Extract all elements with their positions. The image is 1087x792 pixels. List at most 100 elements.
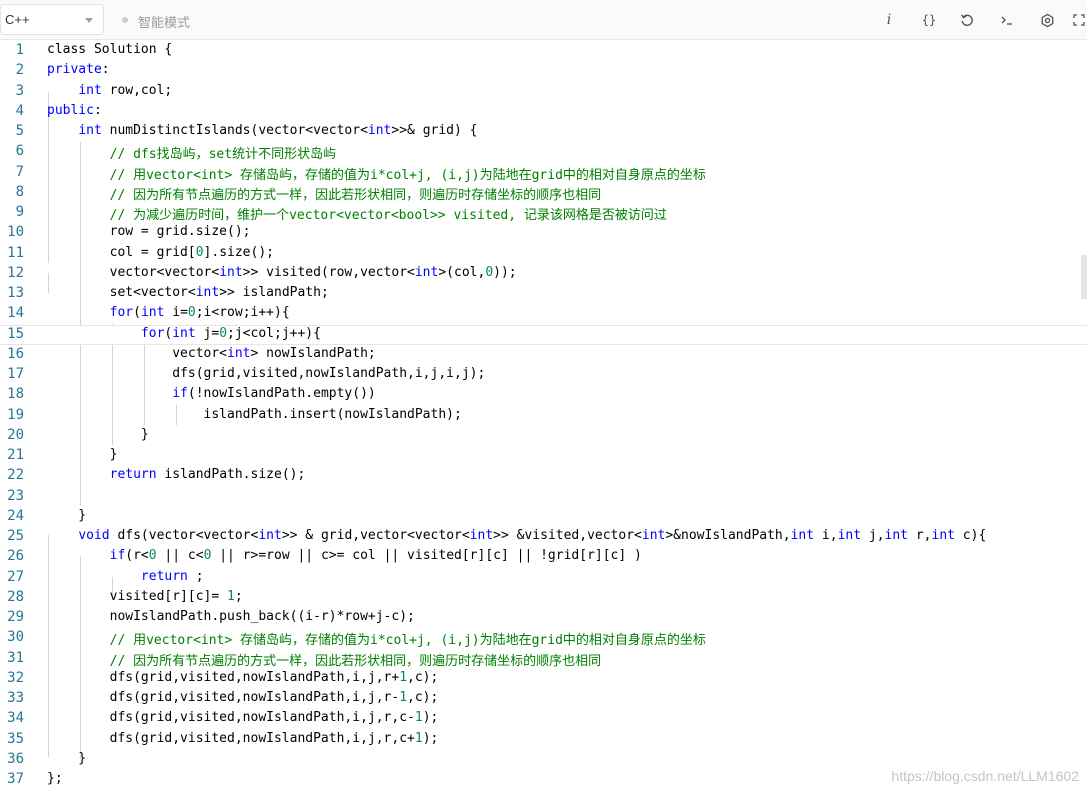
code-text[interactable]: for(int j=0;j<col;j++){ <box>47 326 321 341</box>
code-text[interactable]: int row,col; <box>47 83 172 98</box>
code-line[interactable]: 11 col = grid[0].size(); <box>0 244 1087 264</box>
code-text[interactable]: vector<int> nowIslandPath; <box>47 346 376 361</box>
code-text[interactable]: dfs(grid,visited,nowIslandPath,i,j,r+1,c… <box>47 670 439 685</box>
code-text[interactable]: return islandPath.size(); <box>47 467 306 482</box>
code-line[interactable]: 18 if(!nowIslandPath.empty()) <box>0 385 1087 405</box>
code-token: r, <box>908 528 932 543</box>
code-text[interactable]: } <box>47 447 118 462</box>
code-text[interactable]: dfs(grid,visited,nowIslandPath,i,j,r-1,c… <box>47 690 439 705</box>
code-line[interactable]: 9 // 为减少遍历时间，维护一个vector<vector<bool>> vi… <box>0 203 1087 223</box>
code-text[interactable]: } <box>47 427 149 442</box>
code-line[interactable]: 17 dfs(grid,visited,nowIslandPath,i,j,i,… <box>0 365 1087 385</box>
code-text[interactable]: nowIslandPath.push_back((i-r)*row+j-c); <box>47 609 415 624</box>
code-text[interactable]: } <box>47 508 86 523</box>
terminal-icon <box>1001 16 1012 25</box>
code-text[interactable]: islandPath.insert(nowIslandPath); <box>47 407 462 422</box>
code-line[interactable]: 22 return islandPath.size(); <box>0 466 1087 486</box>
format-code-button[interactable]: {} <box>918 9 940 31</box>
code-text[interactable]: void dfs(vector<vector<int>> & grid,vect… <box>47 528 986 543</box>
code-line[interactable]: 3 int row,col; <box>0 82 1087 102</box>
code-token: || r>=row || c>= col || visited[r][c] ||… <box>211 548 642 564</box>
code-text[interactable]: // 用vector<int> 存储岛屿，存储的值为i*col+j, (i,j)… <box>47 629 706 648</box>
code-token: : <box>101 62 110 78</box>
code-text[interactable]: row = grid.size(); <box>47 224 251 239</box>
code-text[interactable]: dfs(grid,visited,nowIslandPath,i,j,r,c-1… <box>47 710 439 725</box>
code-token: ( <box>133 305 141 321</box>
code-text[interactable]: class Solution { <box>47 42 172 57</box>
code-line[interactable]: 12 vector<vector<int>> visited(row,vecto… <box>0 264 1087 284</box>
code-text[interactable]: // dfs找岛屿，set统计不同形状岛屿 <box>47 143 336 162</box>
code-text[interactable]: } <box>47 751 86 766</box>
code-text[interactable]: // 因为所有节点遍历的方式一样，因此若形状相同，则遍历时存储坐标的顺序也相同 <box>47 184 601 203</box>
code-text[interactable]: dfs(grid,visited,nowIslandPath,i,j,r,c+1… <box>47 731 439 746</box>
console-button[interactable] <box>996 9 1018 31</box>
code-line[interactable]: 8 // 因为所有节点遍历的方式一样，因此若形状相同，则遍历时存储坐标的顺序也相… <box>0 183 1087 203</box>
code-text[interactable]: visited[r][c]= 1; <box>47 589 243 604</box>
code-line[interactable]: 36 } <box>0 750 1087 770</box>
code-text[interactable]: // 因为所有节点遍历的方式一样，因此若形状相同，则遍历时存储坐标的顺序也相同 <box>47 650 601 669</box>
code-text[interactable]: // 为减少遍历时间，维护一个vector<vector<bool>> visi… <box>47 204 667 223</box>
code-line[interactable]: 6 // dfs找岛屿，set统计不同形状岛屿 <box>0 142 1087 162</box>
code-line[interactable]: 27 return ; <box>0 568 1087 588</box>
code-text[interactable]: col = grid[0].size(); <box>47 245 274 260</box>
code-line[interactable]: 26 if(r<0 || c<0 || r>=row || c>= col ||… <box>0 547 1087 567</box>
code-text[interactable]: // 用vector<int> 存储岛屿，存储的值为i*col+j, (i,j)… <box>47 164 706 183</box>
code-line[interactable]: 32 dfs(grid,visited,nowIslandPath,i,j,r+… <box>0 669 1087 689</box>
code-line[interactable]: 4 public: <box>0 102 1087 122</box>
code-text[interactable]: for(int i=0;i<row;i++){ <box>47 305 290 320</box>
code-text[interactable]: public: <box>47 103 102 118</box>
code-text[interactable]: if(r<0 || c<0 || r>=row || c>= col || vi… <box>47 548 642 563</box>
code-line[interactable]: 16 vector<int> nowIslandPath; <box>0 345 1087 365</box>
code-text[interactable]: }; <box>47 771 63 786</box>
code-line[interactable]: 14 for(int i=0;i<row;i++){ <box>0 304 1087 324</box>
fullscreen-button[interactable] <box>1070 9 1087 31</box>
keyword-token: int <box>219 264 243 280</box>
code-line[interactable]: 13 set<vector<int>> islandPath; <box>0 284 1087 304</box>
code-text[interactable]: if(!nowIslandPath.empty()) <box>47 386 376 401</box>
code-line[interactable]: 20 } <box>0 426 1087 446</box>
code-line[interactable]: 5 int numDistinctIslands(vector<vector<i… <box>0 122 1087 142</box>
reset-code-button[interactable] <box>956 9 978 31</box>
code-line[interactable]: 31 // 因为所有节点遍历的方式一样，因此若形状相同，则遍历时存储坐标的顺序也… <box>0 649 1087 669</box>
code-line[interactable]: 30 // 用vector<int> 存储岛屿，存储的值为i*col+j, (i… <box>0 628 1087 648</box>
fullscreen-icon <box>1072 14 1085 26</box>
language-select[interactable]: C++ <box>0 4 104 35</box>
vertical-scrollbar[interactable] <box>1081 255 1087 299</box>
code-line[interactable]: 28 visited[r][c]= 1; <box>0 588 1087 608</box>
code-text[interactable]: return ; <box>47 569 204 584</box>
keyword-token: int <box>258 528 282 543</box>
line-number: 11 <box>7 244 24 261</box>
code-line[interactable]: 29 nowIslandPath.push_back((i-r)*row+j-c… <box>0 608 1087 628</box>
info-button[interactable]: i <box>878 9 900 31</box>
line-number: 9 <box>15 204 24 220</box>
code-line[interactable]: 15 for(int j=0;j<col;j++){ <box>0 324 1087 345</box>
code-line[interactable]: 2 private: <box>0 61 1087 81</box>
code-text[interactable]: private: <box>47 62 110 77</box>
number-token: 0 <box>219 325 228 341</box>
code-line[interactable]: 1 class Solution { <box>0 41 1087 61</box>
code-line[interactable]: 25 void dfs(vector<vector<int>> & grid,v… <box>0 527 1087 547</box>
code-text[interactable]: set<vector<int>> islandPath; <box>47 285 329 300</box>
number-token: 0 <box>485 264 494 280</box>
code-text[interactable]: vector<vector<int>> visited(row,vector<i… <box>47 265 517 280</box>
code-text[interactable]: int numDistinctIslands(vector<vector<int… <box>47 123 477 138</box>
code-line[interactable]: 7 // 用vector<int> 存储岛屿，存储的值为i*col+j, (i,… <box>0 163 1087 183</box>
code-line[interactable]: 24 } <box>0 507 1087 527</box>
code-line[interactable]: 35 dfs(grid,visited,nowIslandPath,i,j,r,… <box>0 730 1087 750</box>
code-line[interactable]: 21 } <box>0 446 1087 466</box>
line-number: 30 <box>7 629 24 646</box>
code-editor[interactable]: 1 class Solution {2 private: 3 int row,col;… <box>0 41 1087 792</box>
keyword-token: int <box>837 528 862 543</box>
code-token: } <box>47 447 118 462</box>
code-line[interactable]: 10 row = grid.size(); <box>0 223 1087 243</box>
code-line[interactable]: 33 dfs(grid,visited,nowIslandPath,i,j,r-… <box>0 689 1087 709</box>
code-text[interactable]: dfs(grid,visited,nowIslandPath,i,j,i,j); <box>47 366 485 381</box>
code-line[interactable]: 34 dfs(grid,visited,nowIslandPath,i,j,r,… <box>0 709 1087 729</box>
settings-button[interactable] <box>1036 9 1058 31</box>
code-line[interactable]: 23 <box>0 487 1087 507</box>
code-line[interactable]: 19 islandPath.insert(nowIslandPath); <box>0 406 1087 426</box>
